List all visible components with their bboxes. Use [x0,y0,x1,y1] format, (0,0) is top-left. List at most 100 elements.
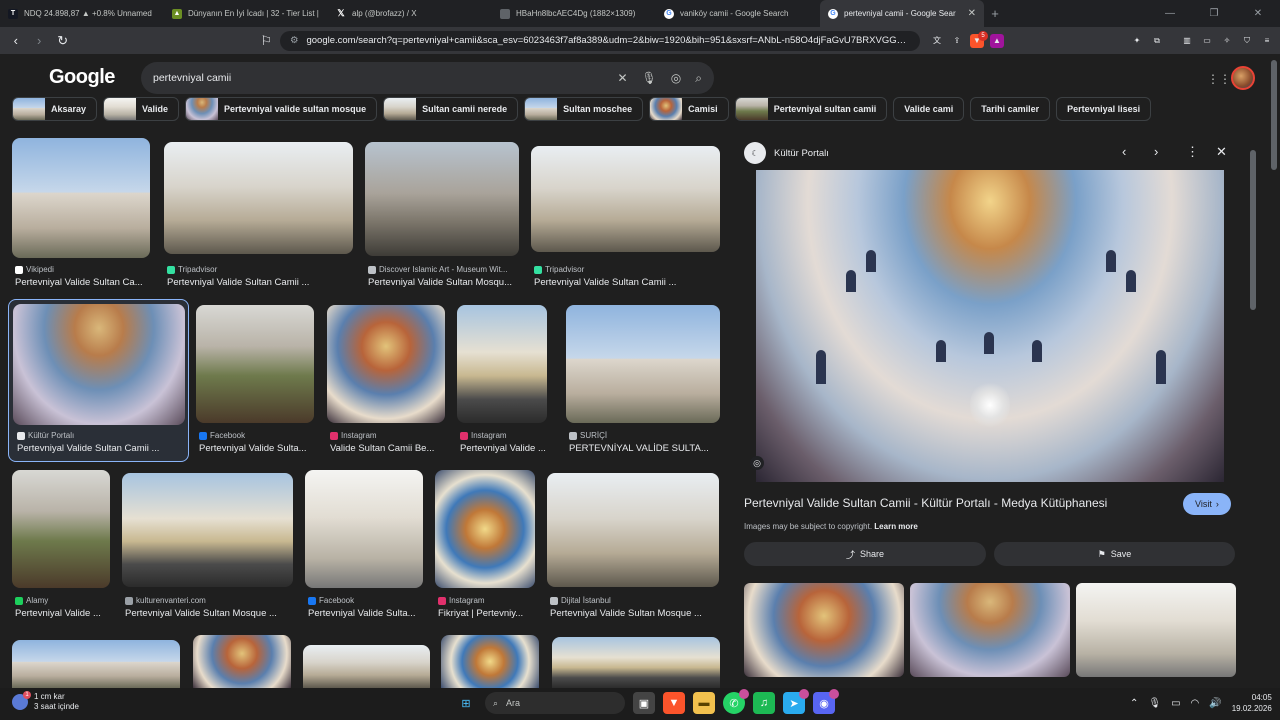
image-result[interactable]: Discover Islamic Art - Museum Wit... Per… [365,142,520,290]
result-thumbnail[interactable] [305,470,423,588]
microphone-icon[interactable]: 🎙 [1148,698,1161,709]
result-title[interactable]: Pertevniyal Valide ... [15,608,113,619]
close-window-icon[interactable]: ✕ [1236,0,1280,27]
result-thumbnail[interactable] [457,305,547,423]
spotify-icon[interactable]: ♫ [753,692,775,714]
display-icon[interactable]: ▭ [1171,698,1180,709]
preview-source[interactable]: ☾ Kültür Portalı [744,142,829,164]
tab-google-vanikoy[interactable]: G vaniköy camii - Google Search [656,0,820,27]
avatar[interactable] [1231,66,1255,90]
result-source[interactable]: Facebook [199,431,245,440]
result-title[interactable]: Pertevniyal Valide Sulta... [308,608,426,619]
tab-image[interactable]: HBaHn8lbcAEC4Dg (1882×1309) [492,0,656,27]
result-title[interactable]: Pertevniyal Valide Sulta... [199,443,317,454]
result-source[interactable]: Instagram [460,431,507,440]
result-thumbnail[interactable] [566,305,720,423]
result-thumbnail[interactable] [12,640,180,688]
task-view-icon[interactable]: ▣ [633,692,655,714]
result-thumbnail[interactable] [441,635,539,688]
next-icon[interactable]: › [1154,144,1158,159]
result-source[interactable]: Tripadvisor [534,265,584,274]
brave-browser-icon[interactable]: ▼ [663,692,685,714]
panel-scrollbar-thumb[interactable] [1250,150,1256,310]
translate-icon[interactable]: 文 [930,34,944,48]
result-source[interactable]: Alamy [15,596,48,605]
file-explorer-icon[interactable]: ▬ [693,692,715,714]
result-title[interactable]: Pertevniyal Valide Sultan Mosqu... [368,277,522,288]
lens-search-icon[interactable]: ◎ [750,456,764,470]
result-source[interactable]: Vikipedi [15,265,54,274]
result-thumbnail[interactable] [122,473,293,587]
tab-tierlist[interactable]: ▲ Dünyanın En İyi İcadı | 32 - Tier List… [164,0,328,27]
leo-ai-icon[interactable]: ✧ [1220,34,1234,48]
result-title[interactable]: Pertevniyal Valide Sultan Ca... [15,277,153,288]
result-thumbnail[interactable] [552,637,720,688]
visit-button[interactable]: Visit › [1183,493,1231,515]
share-page-icon[interactable]: ⇪ [950,34,964,48]
result-source[interactable]: Discover Islamic Art - Museum Wit... [368,265,507,274]
result-title[interactable]: Valide Sultan Camii Be... [330,443,448,454]
extensions-icon[interactable]: ✦ [1130,34,1144,48]
result-thumbnail[interactable] [547,473,719,587]
result-source[interactable]: kulturenvanteri.com [125,596,206,605]
wifi-icon[interactable]: ◠ [1191,698,1200,709]
chip-valide-sultan-mosque[interactable]: Pertevniyal valide sultan mosque [185,97,378,121]
tab-tradingview[interactable]: T NDQ 24.898,87 ▲ +0.8% Unnamed [0,0,164,27]
result-source[interactable]: Instagram [330,431,377,440]
result-thumbnail[interactable] [435,470,535,588]
brave-rewards-icon[interactable]: ▲ [989,33,1004,48]
page-scrollbar-thumb[interactable] [1271,60,1277,170]
image-result[interactable]: Instagram Fikriyat | Pertevniy... [435,470,537,620]
preview-title[interactable]: Pertevniyal Valide Sultan Camii - Kültür… [744,496,1164,510]
previous-icon[interactable]: ‹ [1122,144,1126,159]
learn-more-link[interactable]: Learn more [874,522,918,531]
image-result[interactable]: SURİÇİ PERTEVNİYAL VALİDE SULTA... [566,305,721,460]
related-image[interactable] [1076,583,1236,677]
result-thumbnail[interactable] [531,146,720,252]
result-thumbnail[interactable] [365,142,519,256]
result-title[interactable]: Fikriyat | Pertevniy... [438,608,538,619]
result-thumbnail[interactable] [303,645,430,688]
result-thumbnail[interactable] [164,142,353,254]
tab-google-pertevniyal[interactable]: G pertevniyal camii - Google Sear ✕ [820,0,984,27]
result-source[interactable]: Tripadvisor [167,265,217,274]
restore-icon[interactable]: ❐ [1192,0,1236,27]
image-result[interactable]: Tripadvisor Pertevniyal Valide Sultan Ca… [531,146,721,290]
back-icon[interactable]: ‹ [6,30,25,52]
result-source[interactable]: Kültür Portalı [17,431,74,440]
result-source[interactable]: SURİÇİ [569,431,607,440]
site-info-icon[interactable]: ⚙ [290,35,299,46]
chip-sultan-camii-nerede[interactable]: Sultan camii nerede [383,97,519,121]
result-thumbnail[interactable] [327,305,445,423]
result-source[interactable]: Facebook [308,596,354,605]
chip-valide-cami[interactable]: Valide cami [893,97,965,121]
result-title[interactable]: Pertevniyal Valide Sultan Mosque ... [125,608,296,619]
image-result[interactable]: Facebook Pertevniyal Valide Sulta... [196,305,316,460]
taskbar-search[interactable]: ⌕ Ara [485,692,625,714]
bookmark-icon[interactable]: ⚐ [256,30,275,52]
sidebar-icon[interactable]: ▥ [1180,34,1194,48]
discord-icon[interactable]: ◉ [813,689,839,714]
reload-icon[interactable]: ↻ [53,30,72,52]
start-icon[interactable]: ⊞ [455,692,477,714]
telegram-icon[interactable]: ➤ [783,689,809,714]
chip-sultan-moschee[interactable]: Sultan moschee [524,97,644,121]
image-result[interactable]: Facebook Pertevniyal Valide Sulta... [305,470,425,620]
screenshot-icon[interactable]: ⧉ [1150,34,1164,48]
result-title[interactable]: Pertevniyal Valide ... [460,443,550,454]
vpn-icon[interactable]: ⛉ [1240,34,1254,48]
chip-pertevniyal-lisesi[interactable]: Pertevniyal lisesi [1056,97,1152,121]
image-result[interactable]: Dijital İstanbul Pertevniyal Valide Sult… [547,473,721,620]
image-result[interactable]: kulturenvanteri.com Pertevniyal Valide S… [122,473,294,620]
lens-icon[interactable]: ◎ [671,71,681,86]
image-result[interactable]: Alamy Pertevniyal Valide ... [12,470,112,620]
volume-icon[interactable]: 🔊 [1209,698,1221,709]
result-title[interactable]: Pertevniyal Valide Sultan Camii ... [167,277,356,288]
result-title[interactable]: PERTEVNİYAL VALİDE SULTA... [569,443,723,454]
share-button[interactable]: ⤴ Share [744,542,986,566]
chip-pertevniyal-sultan-camii[interactable]: Pertevniyal sultan camii [734,97,888,121]
more-options-icon[interactable]: ⋮ [1186,144,1199,160]
microphone-icon[interactable]: 🎙 [642,71,657,86]
result-source[interactable]: Instagram [438,596,485,605]
result-thumbnail[interactable] [12,470,110,588]
